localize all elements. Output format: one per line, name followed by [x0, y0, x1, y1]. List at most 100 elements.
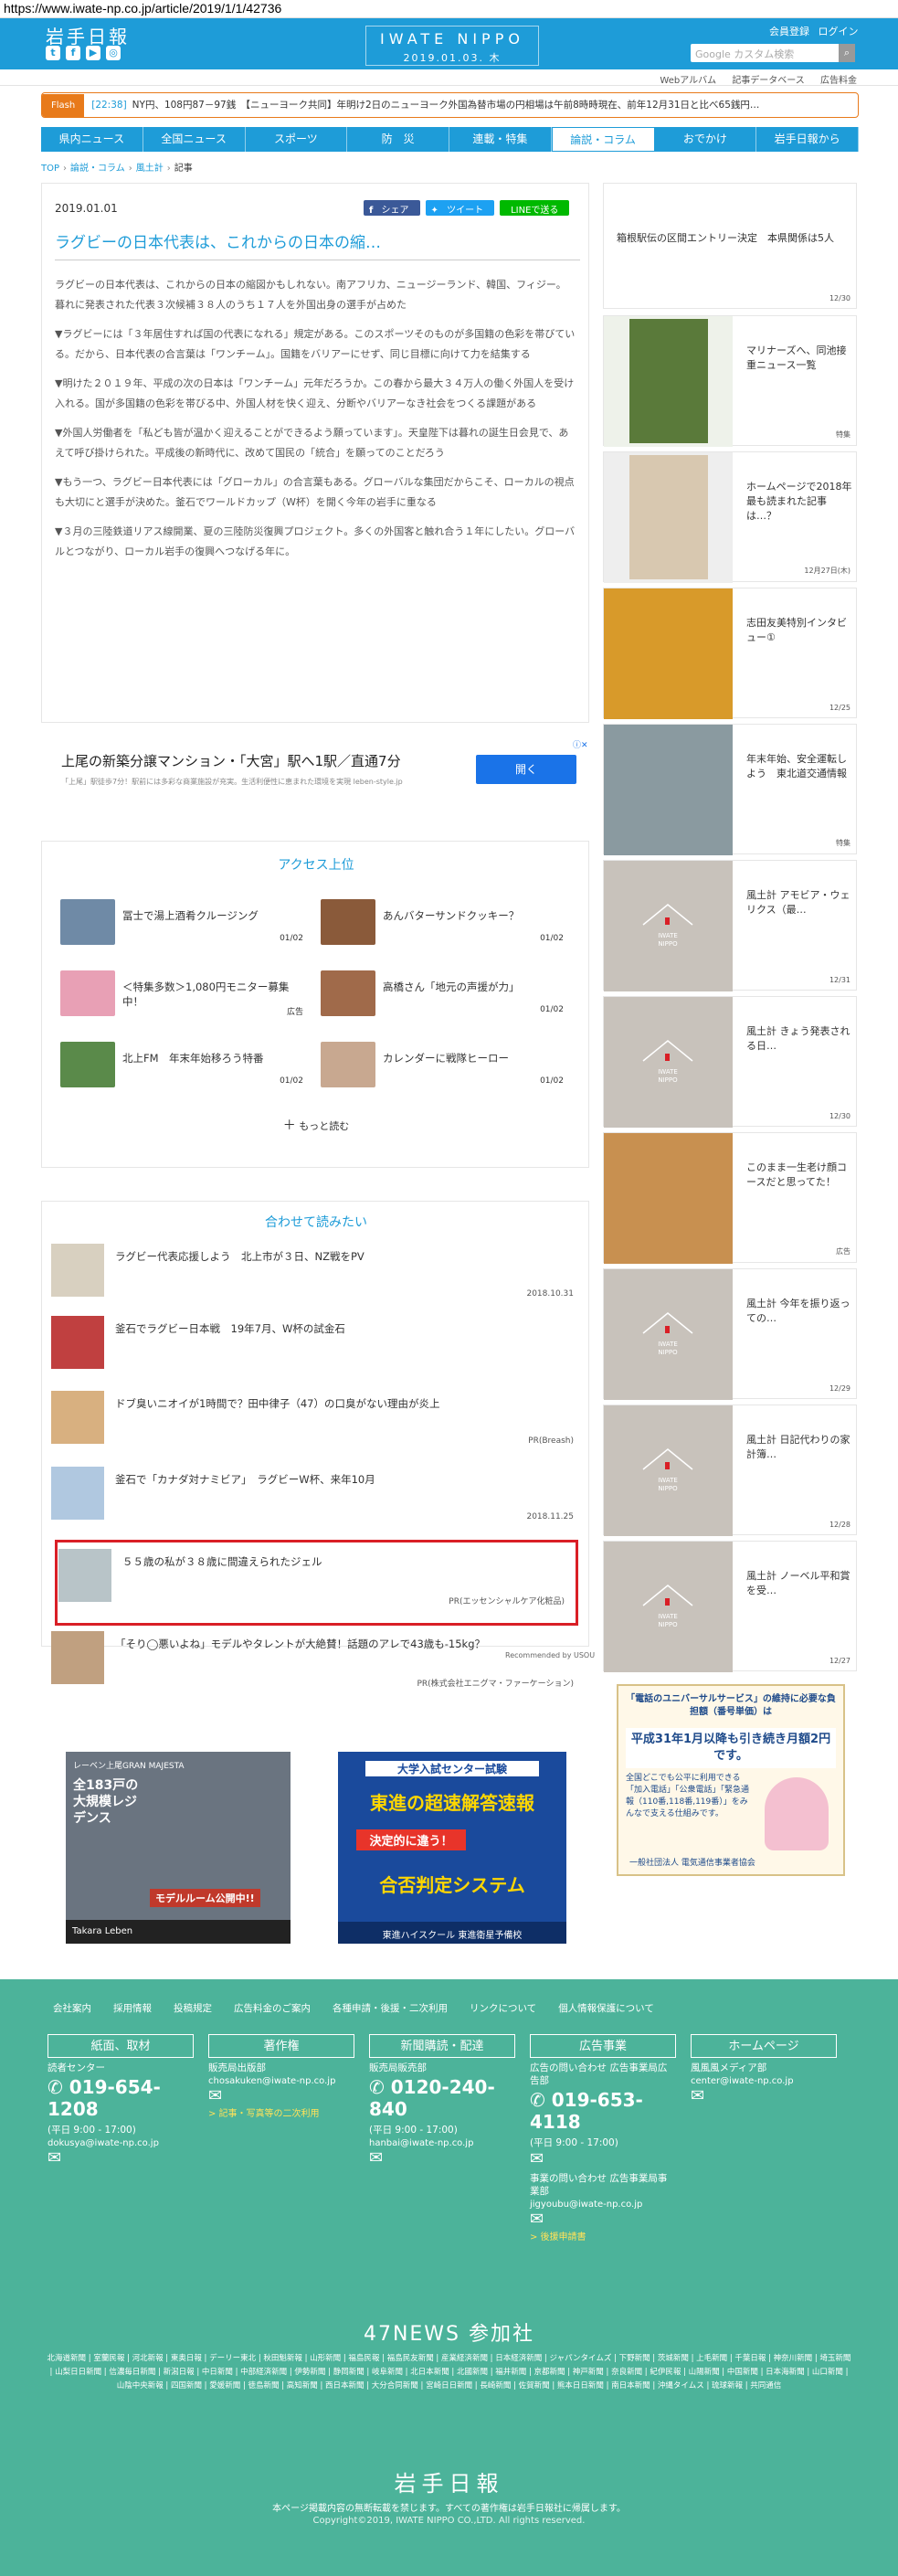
- browser-url[interactable]: https://www.iwate-np.co.jp/article/2019/…: [0, 0, 898, 18]
- nav-sports[interactable]: スポーツ: [246, 127, 348, 152]
- tweet-button[interactable]: ✦ ツイート: [425, 200, 495, 216]
- nav-outing[interactable]: おでかけ: [655, 127, 757, 152]
- sidebar-item[interactable]: IWATE NIPPO 風土計 日記代わりの家計簿… 12/28: [603, 1405, 857, 1536]
- facebook-icon[interactable]: f: [66, 46, 80, 60]
- banner-ad-leben[interactable]: レーベン上尾GRAN MAJESTA 全183戸の大規模レジデンス モデルルーム…: [66, 1752, 291, 1944]
- phone-number[interactable]: ✆ 019-653-4118: [530, 2089, 676, 2133]
- recommended-by[interactable]: Recommended by USOU: [505, 1651, 595, 1659]
- list-item[interactable]: 「そり◯悪いよね」モデルやタレントが大絶賛！話題のアレで43歳も-15kg？ P…: [51, 1631, 579, 1702]
- footer-link[interactable]: 採用情報: [113, 2001, 152, 2015]
- footer-mail[interactable]: hanbai@iwate-np.co.jp: [369, 2138, 515, 2148]
- crumb-fudokei[interactable]: 風土計: [136, 164, 164, 174]
- nav-editorial[interactable]: 論説・コラム: [551, 127, 655, 152]
- list-item-highlighted[interactable]: ５５歳の私が３８歳に間違えられたジェル PR(エッセンシャルケア化粧品): [51, 1549, 579, 1620]
- item-title[interactable]: 釜石で「カナダ対ナミビア」 ラグビーW杯、来年10月: [115, 1472, 375, 1487]
- read-more-button[interactable]: ＋ もっと読む: [42, 1116, 590, 1134]
- list-item[interactable]: カレンダーに戦隊ヒーロー 01/02: [321, 1042, 565, 1092]
- item-title[interactable]: 高橋さん「地元の声援が力」: [383, 980, 561, 994]
- sidebar-item[interactable]: IWATE NIPPO 風土計 今年を振り返っての… 12/29: [603, 1268, 857, 1400]
- sidebar-item[interactable]: マリナーズへ、同池接重ニュース一覧 特集: [603, 315, 857, 447]
- line-share-button[interactable]: LINEで送る: [500, 200, 570, 216]
- nav-local-news[interactable]: 県内ニュース: [41, 127, 143, 152]
- sidebar-item-title[interactable]: 風土計 きょう発表される日…: [746, 1024, 854, 1054]
- banner-ad-toshin[interactable]: 大学入試センター試験 東進の超速解答速報 決定的に違う！ 合否判定システム 東進…: [338, 1752, 566, 1944]
- phone-number[interactable]: ✆ 0120-240-840: [369, 2076, 515, 2120]
- item-title[interactable]: 冨士で湯上酒肴クルージング: [122, 908, 301, 923]
- sidebar-item-title[interactable]: 風土計 今年を振り返っての…: [746, 1297, 854, 1326]
- mail-icon[interactable]: ✉: [691, 2086, 837, 2105]
- footer-link[interactable]: 広告料金のご案内: [234, 2001, 311, 2015]
- brand-box[interactable]: IWATE NIPPO 2019.01.03. 木: [365, 26, 539, 66]
- sidebar-item-title[interactable]: マリナーズへ、同池接重ニュース一覧: [746, 344, 854, 373]
- crumb-editorial[interactable]: 論説・コラム: [70, 164, 125, 174]
- footer-link[interactable]: リンクについて: [470, 2001, 536, 2015]
- search-input[interactable]: Google カスタム検索: [691, 44, 855, 62]
- item-title[interactable]: 北上FM 年末年始移ろう特番: [122, 1051, 301, 1065]
- list-item[interactable]: ドブ臭いニオイが1時間で？田中律子（47）の口臭がない理由が炎上 PR(Brea…: [51, 1391, 579, 1462]
- item-title[interactable]: ＜特集多数＞1,080円モニター募集中！: [122, 980, 301, 1009]
- sidebar-ad[interactable]: 「電話のユニバーサルサービス」の維持に必要な負担額（番号単価）は 平成31年1月…: [617, 1684, 845, 1876]
- crumb-top[interactable]: TOP: [41, 164, 59, 174]
- sidebar-item-title[interactable]: 風土計 アモビア・ウェリクス（最…: [746, 888, 854, 917]
- sidebar-item-title[interactable]: このまま一生老け顔コースだと思ってた！: [746, 1161, 854, 1190]
- sidebar-item-title[interactable]: 風土計 ノーベル平和賞を受…: [746, 1569, 854, 1598]
- nav-from-nippo[interactable]: 岩手日報から: [756, 127, 859, 152]
- sidebar-item[interactable]: ホームページで2018年最も読まれた記事は…？ 12月27日(木): [603, 451, 857, 583]
- footer-logo[interactable]: 岩手日報: [0, 2465, 898, 2497]
- footer-link[interactable]: 会社案内: [53, 2001, 91, 2015]
- list-item[interactable]: ＜特集多数＞1,080円モニター募集中！ 広告: [60, 970, 305, 1021]
- subnav-database[interactable]: 記事データベース: [732, 76, 805, 86]
- mail-icon[interactable]: ✉: [530, 2210, 676, 2229]
- facebook-share-button[interactable]: f シェア: [364, 200, 420, 216]
- member-register-link[interactable]: 会員登録: [769, 26, 809, 37]
- nav-national-news[interactable]: 全国ニュース: [143, 127, 246, 152]
- subnav-ad-rates[interactable]: 広告料金: [820, 76, 857, 86]
- sidebar-item[interactable]: 志田友美特別インタビュー① 12/25: [603, 588, 857, 719]
- list-item[interactable]: 釜石でラグビー日本戦 19年7月、W杯の試金石: [51, 1316, 579, 1387]
- sidebar-item[interactable]: IWATE NIPPO 風土計 ノーベル平和賞を受… 12/27: [603, 1541, 857, 1672]
- phone-number[interactable]: ✆ 019-654-1208: [48, 2076, 194, 2120]
- item-title[interactable]: 「そり◯悪いよね」モデルやタレントが大絶賛！話題のアレで43歳も-15kg？: [115, 1637, 485, 1651]
- footer-mail[interactable]: center@iwate-np.co.jp: [691, 2076, 837, 2086]
- item-title[interactable]: あんバターサンドクッキー？: [383, 908, 561, 923]
- list-item[interactable]: 冨士で湯上酒肴クルージング 01/02: [60, 899, 305, 949]
- footer-mail[interactable]: dokusya@iwate-np.co.jp: [48, 2138, 194, 2148]
- item-title[interactable]: ドブ臭いニオイが1時間で？田中律子（47）の口臭がない理由が炎上: [115, 1396, 439, 1411]
- sidebar-item[interactable]: 年末年始、安全運転しよう 東北道交通情報 特集: [603, 724, 857, 855]
- sidebar-item-title[interactable]: 箱根駅伝の区間エントリー決定 本県関係は5人: [617, 231, 845, 246]
- sidebar-item-title[interactable]: 年末年始、安全運転しよう 東北道交通情報: [746, 752, 854, 781]
- youtube-icon[interactable]: ▶: [86, 46, 100, 60]
- ad-info-icon[interactable]: ⓘ✕: [573, 738, 588, 750]
- item-title[interactable]: ラグビー代表応援しよう 北上市が３日、NZ戦をPV: [115, 1249, 364, 1264]
- sidebar-item-title[interactable]: ホームページで2018年最も読まれた記事は…？: [746, 480, 854, 524]
- flash-news-bar[interactable]: Flash [22:38] NY円、108円87－97銭 【ニューヨーク共同】年明け…: [41, 92, 859, 118]
- ad2-cta[interactable]: モデルルーム公開中!!: [150, 1889, 260, 1907]
- nav-disaster[interactable]: 防 災: [347, 127, 449, 152]
- nav-series[interactable]: 連載・特集: [449, 127, 552, 152]
- sidebar-item[interactable]: IWATE NIPPO 風土計 きょう発表される日… 12/30: [603, 996, 857, 1128]
- mail-icon[interactable]: ✉: [369, 2148, 515, 2168]
- footer-link[interactable]: 投稿規定: [174, 2001, 212, 2015]
- search-icon[interactable]: ⌕: [839, 44, 855, 62]
- sidebar-item-title[interactable]: 風土計 日記代わりの家計簿…: [746, 1433, 854, 1462]
- sidebar-item[interactable]: 箱根駅伝の区間エントリー決定 本県関係は5人 12/30: [603, 183, 857, 309]
- list-item[interactable]: 北上FM 年末年始移ろう特番 01/02: [60, 1042, 305, 1092]
- ad-headline[interactable]: 上尾の新築分譲マンション・「大宮」駅へ1駅／直通7分: [61, 751, 401, 770]
- item-title[interactable]: 釜石でラグビー日本戦 19年7月、W杯の試金石: [115, 1321, 345, 1336]
- flash-text[interactable]: NY円、108円87－97銭 【ニューヨーク共同】年明け2日のニューヨーク外国為…: [132, 93, 760, 117]
- list-item[interactable]: 釜石で「カナダ対ナミビア」 ラグビーW杯、来年10月 2018.11.25: [51, 1467, 579, 1538]
- footer-link[interactable]: 各種申請・後援・二次利用: [333, 2001, 448, 2015]
- item-title[interactable]: ５５歳の私が３８歳に間違えられたジェル: [122, 1554, 322, 1569]
- twitter-icon[interactable]: t: [46, 46, 60, 60]
- text-ad[interactable]: 上尾の新築分譲マンション・「大宮」駅へ1駅／直通7分 「上尾」駅徒歩7分！駅前に…: [41, 737, 589, 805]
- mail-icon[interactable]: ✉: [530, 2149, 676, 2168]
- news47-title[interactable]: 47NEWS 参加社: [0, 2317, 898, 2347]
- mail-icon[interactable]: ✉: [48, 2148, 194, 2168]
- list-item[interactable]: ラグビー代表応援しよう 北上市が３日、NZ戦をPV 2018.10.31: [51, 1244, 579, 1315]
- sidebar-item[interactable]: このまま一生老け顔コースだと思ってた！ 広告: [603, 1132, 857, 1264]
- footer-mail[interactable]: chosakuken@iwate-np.co.jp: [208, 2076, 354, 2086]
- footer-link[interactable]: 個人情報保護について: [558, 2001, 654, 2015]
- footer-sub-link[interactable]: > 記事・写真等の二次利用: [208, 2105, 354, 2119]
- ad-open-button[interactable]: 開く: [476, 755, 576, 784]
- list-item[interactable]: あんバターサンドクッキー？ 01/02: [321, 899, 565, 949]
